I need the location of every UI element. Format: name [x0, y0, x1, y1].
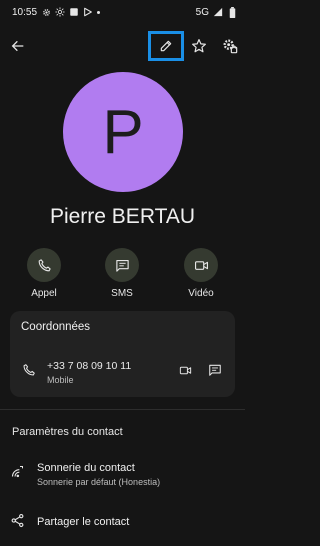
phone-row-icon[interactable] [22, 363, 36, 382]
favorite-button[interactable] [183, 30, 215, 62]
ringtone-title: Sonnerie du contact [37, 462, 135, 474]
screenshot-icon [69, 7, 79, 17]
ringtone-icon [10, 464, 25, 484]
brightness-icon [55, 7, 65, 17]
notification-dot-icon [97, 10, 101, 14]
video-action-button[interactable]: Vidéo [173, 248, 229, 299]
sms-action-circle[interactable] [105, 248, 139, 282]
video-action-circle[interactable] [184, 248, 218, 282]
phone-icon [38, 258, 51, 271]
status-bar-right: 5G [195, 6, 237, 18]
phone-type: Mobile [47, 375, 74, 385]
status-bar-left: 10:55 [12, 6, 101, 18]
play-store-icon [83, 7, 93, 17]
avatar-initial: P [102, 97, 144, 167]
phone-video-call-button[interactable] [178, 364, 193, 382]
phone-number[interactable]: +33 7 08 09 10 11 [47, 360, 131, 372]
pencil-icon [160, 40, 172, 52]
ringtone-row[interactable]: Sonnerie du contact Sonnerie par défaut … [0, 458, 245, 494]
coordinates-card: Coordonnées +33 7 08 09 10 11 Mobile [10, 311, 235, 397]
videocam-icon [179, 366, 192, 375]
status-bar: 10:55 5G [0, 0, 245, 24]
arrow-back-icon [11, 40, 24, 52]
share-contact-title: Partager le contact [37, 516, 130, 528]
phone-sms-button[interactable] [208, 363, 222, 382]
videocam-icon [194, 260, 208, 270]
call-action-button[interactable]: Appel [16, 248, 72, 299]
video-action-label: Vidéo [188, 288, 214, 299]
back-button[interactable] [2, 30, 34, 62]
sms-action-button[interactable]: SMS [94, 248, 150, 299]
coordinates-title: Coordonnées [21, 321, 91, 333]
status-time: 10:55 [12, 6, 38, 18]
section-divider [0, 409, 245, 410]
contact-settings-button[interactable] [214, 30, 246, 62]
ringtone-value: Sonnerie par défaut (Honestia) [37, 477, 161, 487]
contact-settings-title: Paramètres du contact [12, 426, 123, 438]
share-contact-row[interactable]: Partager le contact [0, 510, 245, 534]
sms-action-label: SMS [111, 288, 133, 299]
edit-contact-button[interactable] [148, 31, 184, 61]
message-icon [209, 364, 221, 376]
call-action-circle[interactable] [27, 248, 61, 282]
signal-icon [213, 7, 223, 17]
contact-avatar: P [63, 72, 183, 192]
network-type: 5G [195, 6, 209, 18]
contact-name: Pierre BERTAU [49, 205, 196, 228]
top-app-bar [0, 28, 245, 64]
quick-actions: Appel SMS Vidéo [0, 248, 245, 299]
call-action-label: Appel [31, 288, 57, 299]
battery-icon [227, 6, 237, 18]
star-outline-icon [192, 39, 206, 53]
gear-icon [41, 7, 51, 17]
contact-settings-icon [223, 39, 238, 54]
message-icon [115, 259, 129, 272]
phone-icon [23, 364, 35, 376]
share-icon [10, 513, 25, 533]
